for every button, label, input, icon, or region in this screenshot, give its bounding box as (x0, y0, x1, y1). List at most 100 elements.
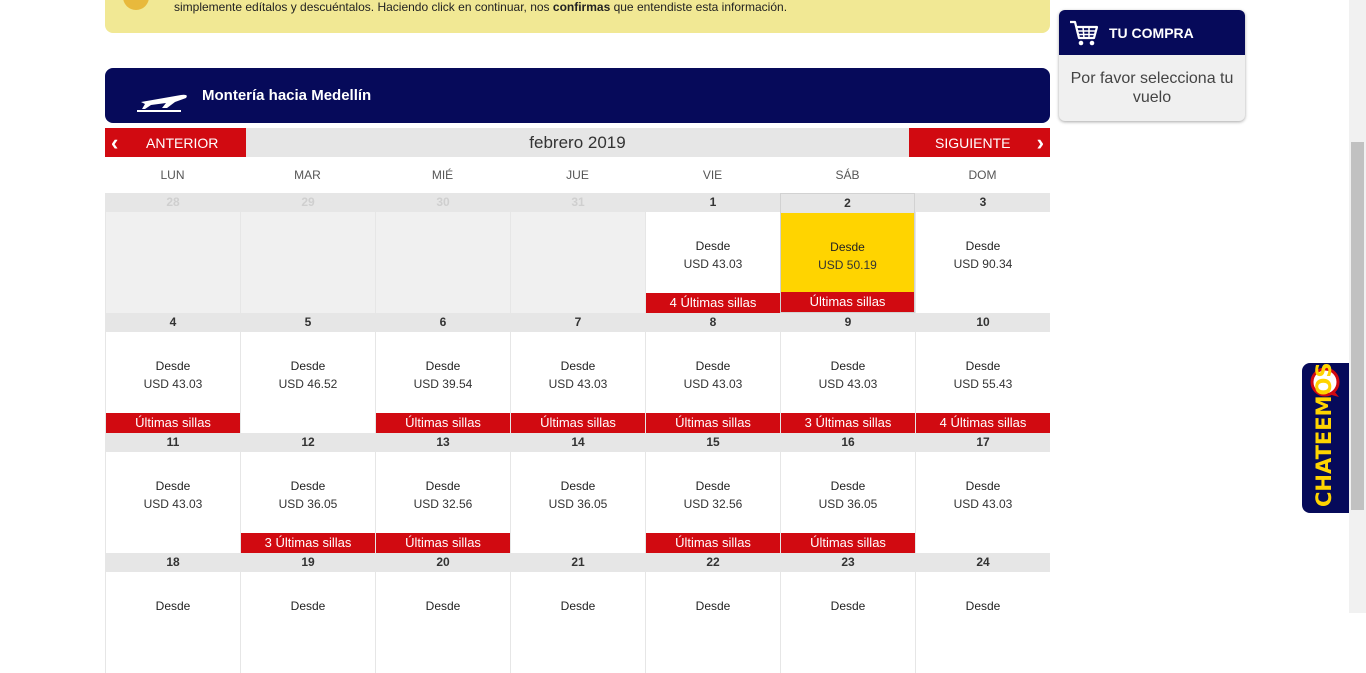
day-number: 24 (916, 553, 1050, 572)
last-seats-badge: Últimas sillas (646, 413, 780, 433)
last-seats-badge: 4 Últimas sillas (916, 413, 1050, 433)
price-from-label: Desde (965, 239, 1001, 253)
price-value: USD 43.03 (143, 497, 203, 511)
price-from-label: Desde (425, 599, 461, 613)
calendar-grid: 28 29 30 31 1 Desde USD 43.03 4 Últimas sillas 2… (105, 193, 1050, 673)
calendar-day-cell[interactable]: 23 Desde (780, 553, 915, 673)
day-number: 7 (511, 313, 645, 332)
price-value: USD 43.03 (143, 377, 203, 391)
last-seats-badge: Últimas sillas (376, 413, 510, 433)
next-month-button[interactable]: SIGUIENTE › (909, 128, 1050, 157)
calendar-day-cell[interactable]: 8 Desde USD 43.03 Últimas sillas (645, 313, 780, 433)
day-number: 15 (646, 433, 780, 452)
price-value: USD 36.05 (278, 497, 338, 511)
weekday-label: SÁB (835, 168, 860, 182)
calendar-day-cell[interactable]: 6 Desde USD 39.54 Últimas sillas (375, 313, 510, 433)
day-number: 5 (241, 313, 375, 332)
calendar-day-cell[interactable]: 1 Desde USD 43.03 4 Últimas sillas (645, 193, 780, 313)
calendar-day-cell[interactable]: 14 Desde USD 36.05 (510, 433, 645, 553)
day-number: 3 (916, 193, 1050, 212)
weekday-header: LUN MAR MIÉ JUE VIE SÁB DOM (105, 168, 1050, 184)
weekday-label: LUN (160, 168, 185, 182)
calendar-day-cell[interactable]: 22 Desde (645, 553, 780, 673)
scrollbar-thumb[interactable] (1351, 142, 1364, 510)
day-number: 12 (241, 433, 375, 452)
day-number: 6 (376, 313, 510, 332)
price-value: USD 39.54 (413, 377, 473, 391)
calendar-day-cell[interactable]: 12 Desde USD 36.05 3 Últimas sillas (240, 433, 375, 553)
price-value: USD 50.19 (818, 258, 877, 272)
price-from-label: Desde (560, 359, 596, 373)
weekday-label: DOM (968, 168, 997, 182)
calendar-day-cell[interactable]: 20 Desde (375, 553, 510, 673)
plane-icon (137, 90, 189, 117)
calendar-day-cell[interactable]: 11 Desde USD 43.03 (105, 433, 240, 553)
calendar-day-cell[interactable]: 19 Desde (240, 553, 375, 673)
price-value: USD 43.03 (818, 377, 878, 391)
last-seats-badge: 3 Últimas sillas (781, 413, 915, 433)
day-number: 28 (106, 193, 240, 212)
price-value: USD 32.56 (413, 497, 473, 511)
chat-label: CHATEEMOS (1312, 362, 1336, 508)
purchase-header: TU COMPRA (1059, 10, 1245, 55)
calendar-day-cell[interactable]: 21 Desde (510, 553, 645, 673)
price-from-label: Desde (965, 479, 1001, 493)
day-number: 21 (511, 553, 645, 572)
price-from-label: Desde (830, 599, 866, 613)
price-from-label: Desde (290, 359, 326, 373)
day-number: 19 (241, 553, 375, 572)
price-value: USD 43.03 (953, 497, 1013, 511)
weekday-label: MIÉ (431, 168, 454, 182)
price-from-label: Desde (425, 359, 461, 373)
price-from-label: Desde (155, 359, 191, 373)
chat-widget[interactable]: CHATEEMOS (1302, 363, 1349, 513)
notice-banner: simplemente edítalos y descuéntalos. Hac… (105, 0, 1050, 33)
price-from-label: Desde (830, 359, 866, 373)
last-seats-badge: Últimas sillas (646, 533, 780, 553)
cart-icon (1069, 19, 1099, 52)
price-from-label: Desde (560, 599, 596, 613)
price-value: USD 43.03 (548, 377, 608, 391)
weekday-label: MAR (294, 168, 321, 182)
day-number: 13 (376, 433, 510, 452)
calendar-day-cell: 29 (240, 193, 375, 313)
day-number: 11 (106, 433, 240, 452)
day-number: 16 (781, 433, 915, 452)
day-number: 9 (781, 313, 915, 332)
price-from-label: Desde (695, 479, 731, 493)
calendar-day-cell[interactable]: 18 Desde (105, 553, 240, 673)
price-value: USD 36.05 (818, 497, 878, 511)
weekday-label: JUE (566, 168, 589, 182)
calendar-day-cell[interactable]: 16 Desde USD 36.05 Últimas sillas (780, 433, 915, 553)
day-number: 1 (646, 193, 780, 212)
day-number: 10 (916, 313, 1050, 332)
calendar-day-cell[interactable]: 13 Desde USD 32.56 Últimas sillas (375, 433, 510, 553)
day-number: 4 (106, 313, 240, 332)
purchase-message: Por favor selecciona tu vuelo (1070, 70, 1234, 106)
calendar-day-cell[interactable]: 15 Desde USD 32.56 Últimas sillas (645, 433, 780, 553)
calendar-day-cell: 28 (105, 193, 240, 313)
price-from-label: Desde (290, 479, 326, 493)
day-number: 14 (511, 433, 645, 452)
day-number: 20 (376, 553, 510, 572)
calendar-day-cell[interactable]: 7 Desde USD 43.03 Últimas sillas (510, 313, 645, 433)
calendar-day-cell[interactable]: 24 Desde (915, 553, 1050, 673)
price-from-label: Desde (290, 599, 326, 613)
price-from-label: Desde (830, 479, 866, 493)
day-number: 29 (241, 193, 375, 212)
last-seats-badge: Últimas sillas (106, 413, 240, 433)
price-from-label: Desde (695, 239, 731, 253)
warning-icon (123, 0, 149, 10)
calendar-day-cell[interactable]: 4 Desde USD 43.03 Últimas sillas (105, 313, 240, 433)
calendar-day-cell[interactable]: 9 Desde USD 43.03 3 Últimas sillas (780, 313, 915, 433)
calendar-day-cell[interactable]: 5 Desde USD 46.52 (240, 313, 375, 433)
calendar-day-cell[interactable]: 17 Desde USD 43.03 (915, 433, 1050, 553)
page-scrollbar[interactable] (1349, 0, 1366, 613)
price-from-label: Desde (155, 599, 191, 613)
route-title: Montería hacia Medellín (202, 87, 372, 104)
calendar-day-cell[interactable]: 10 Desde USD 55.43 4 Últimas sillas (915, 313, 1050, 433)
calendar-day-cell[interactable]: 2 Desde USD 50.19 Últimas sillas (780, 193, 915, 313)
day-number: 31 (511, 193, 645, 212)
last-seats-badge: 3 Últimas sillas (241, 533, 375, 553)
calendar-day-cell[interactable]: 3 Desde USD 90.34 (915, 193, 1050, 313)
